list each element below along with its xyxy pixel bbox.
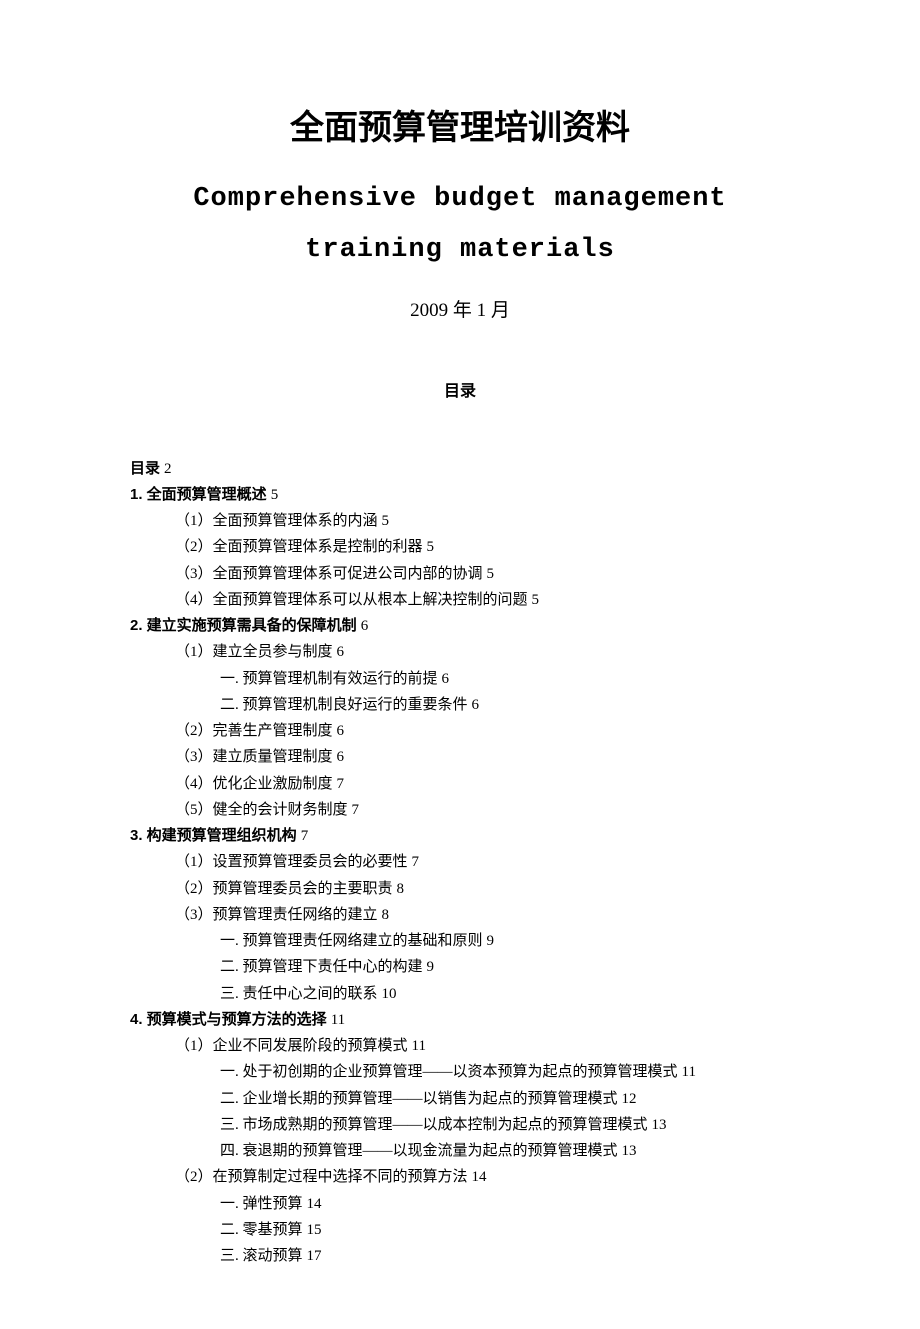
toc-entry: （1）建立全员参与制度6 bbox=[175, 639, 790, 665]
toc-entry: （1）全面预算管理体系的内涵5 bbox=[175, 508, 790, 534]
toc-entry-page: 10 bbox=[382, 986, 397, 1002]
toc-entry-page: 15 bbox=[307, 1222, 322, 1238]
toc-entry-text: （2）完善生产管理制度 bbox=[175, 723, 333, 739]
toc-entry: （2）在预算制定过程中选择不同的预算方法14 bbox=[175, 1164, 790, 1190]
toc-entry: 目录2 bbox=[130, 456, 790, 482]
toc-entry-text: （1）全面预算管理体系的内涵 bbox=[175, 513, 378, 529]
toc-entry: （3）预算管理责任网络的建立8 bbox=[175, 902, 790, 928]
toc-entry-text: （1）设置预算管理委员会的必要性 bbox=[175, 854, 408, 870]
document-title-cn: 全面预算管理培训资料 bbox=[130, 100, 790, 149]
toc-entry: 四. 衰退期的预算管理——以现金流量为起点的预算管理模式13 bbox=[220, 1138, 790, 1164]
toc-entry-text: 4. 预算模式与预算方法的选择 bbox=[130, 1011, 327, 1028]
toc-entry-text: 2. 建立实施预算需具备的保障机制 bbox=[130, 617, 357, 634]
toc-entry-page: 5 bbox=[271, 487, 279, 503]
toc-entry: （1）企业不同发展阶段的预算模式11 bbox=[175, 1033, 790, 1059]
toc-entry-page: 13 bbox=[622, 1143, 637, 1159]
table-of-contents: 目录21. 全面预算管理概述5（1）全面预算管理体系的内涵5（2）全面预算管理体… bbox=[130, 456, 790, 1270]
toc-entry-text: （2）全面预算管理体系是控制的利器 bbox=[175, 539, 423, 555]
toc-entry: （4）优化企业激励制度7 bbox=[175, 771, 790, 797]
toc-entry-text: （2）预算管理委员会的主要职责 bbox=[175, 881, 393, 897]
toc-entry-page: 5 bbox=[427, 539, 435, 555]
toc-entry-text: 二. 预算管理机制良好运行的重要条件 bbox=[220, 697, 468, 713]
toc-entry-text: （5）健全的会计财务制度 bbox=[175, 802, 348, 818]
toc-entry-text: 一. 预算管理责任网络建立的基础和原则 bbox=[220, 933, 483, 949]
toc-entry: 一. 弹性预算14 bbox=[220, 1191, 790, 1217]
toc-entry-page: 5 bbox=[487, 566, 495, 582]
toc-entry-page: 7 bbox=[352, 802, 360, 818]
toc-entry-page: 5 bbox=[382, 513, 390, 529]
toc-entry-text: （3）全面预算管理体系可促进公司内部的协调 bbox=[175, 566, 483, 582]
toc-entry-text: （4）全面预算管理体系可以从根本上解决控制的问题 bbox=[175, 592, 528, 608]
toc-entry-text: 一. 弹性预算 bbox=[220, 1196, 303, 1212]
toc-entry-page: 6 bbox=[472, 697, 480, 713]
toc-entry: （2）完善生产管理制度6 bbox=[175, 718, 790, 744]
toc-entry: 三. 责任中心之间的联系10 bbox=[220, 981, 790, 1007]
toc-entry: 1. 全面预算管理概述5 bbox=[130, 482, 790, 508]
toc-entry-page: 6 bbox=[337, 749, 345, 765]
toc-entry-page: 11 bbox=[682, 1064, 696, 1080]
toc-entry-text: 四. 衰退期的预算管理——以现金流量为起点的预算管理模式 bbox=[220, 1143, 618, 1159]
toc-entry: 二. 零基预算15 bbox=[220, 1217, 790, 1243]
toc-entry-page: 12 bbox=[622, 1091, 637, 1107]
document-date: 2009 年 1 月 bbox=[130, 295, 790, 322]
toc-entry-page: 7 bbox=[412, 854, 420, 870]
toc-entry-page: 8 bbox=[382, 907, 390, 923]
toc-entry: 二. 企业增长期的预算管理——以销售为起点的预算管理模式12 bbox=[220, 1086, 790, 1112]
toc-entry-text: 一. 处于初创期的企业预算管理——以资本预算为起点的预算管理模式 bbox=[220, 1064, 678, 1080]
toc-entry: 一. 预算管理机制有效运行的前提6 bbox=[220, 666, 790, 692]
toc-entry-page: 7 bbox=[301, 828, 309, 844]
toc-entry: 3. 构建预算管理组织机构7 bbox=[130, 823, 790, 849]
toc-entry-page: 2 bbox=[164, 461, 172, 477]
toc-entry: 一. 预算管理责任网络建立的基础和原则9 bbox=[220, 928, 790, 954]
toc-entry-page: 8 bbox=[397, 881, 405, 897]
toc-entry: 三. 市场成熟期的预算管理——以成本控制为起点的预算管理模式13 bbox=[220, 1112, 790, 1138]
toc-entry: （2）预算管理委员会的主要职责8 bbox=[175, 876, 790, 902]
toc-entry-text: （1）企业不同发展阶段的预算模式 bbox=[175, 1038, 408, 1054]
toc-entry-page: 6 bbox=[442, 671, 450, 687]
toc-entry-text: 二. 零基预算 bbox=[220, 1222, 303, 1238]
toc-entry-text: 目录 bbox=[130, 460, 160, 477]
toc-entry: 二. 预算管理下责任中心的构建9 bbox=[220, 954, 790, 980]
toc-entry: 一. 处于初创期的企业预算管理——以资本预算为起点的预算管理模式11 bbox=[220, 1059, 790, 1085]
toc-entry-page: 11 bbox=[412, 1038, 426, 1054]
toc-entry-text: 三. 市场成熟期的预算管理——以成本控制为起点的预算管理模式 bbox=[220, 1117, 648, 1133]
toc-entry-text: （3）预算管理责任网络的建立 bbox=[175, 907, 378, 923]
toc-entry-page: 6 bbox=[337, 644, 345, 660]
toc-entry-text: 3. 构建预算管理组织机构 bbox=[130, 827, 297, 844]
toc-entry-text: 一. 预算管理机制有效运行的前提 bbox=[220, 671, 438, 687]
toc-entry-page: 6 bbox=[361, 618, 369, 634]
toc-entry-page: 7 bbox=[337, 776, 345, 792]
toc-entry: （1）设置预算管理委员会的必要性7 bbox=[175, 849, 790, 875]
toc-entry-text: 三. 责任中心之间的联系 bbox=[220, 986, 378, 1002]
toc-entry-page: 6 bbox=[337, 723, 345, 739]
toc-entry-page: 17 bbox=[307, 1248, 322, 1264]
toc-entry-text: （4）优化企业激励制度 bbox=[175, 776, 333, 792]
toc-entry-text: 三. 滚动预算 bbox=[220, 1248, 303, 1264]
toc-heading: 目录 bbox=[130, 377, 790, 401]
toc-entry: 二. 预算管理机制良好运行的重要条件6 bbox=[220, 692, 790, 718]
toc-entry: 2. 建立实施预算需具备的保障机制6 bbox=[130, 613, 790, 639]
toc-entry-page: 9 bbox=[487, 933, 495, 949]
toc-entry-text: （1）建立全员参与制度 bbox=[175, 644, 333, 660]
toc-entry-text: （2）在预算制定过程中选择不同的预算方法 bbox=[175, 1169, 468, 1185]
toc-entry-page: 11 bbox=[331, 1012, 345, 1028]
toc-entry: （2）全面预算管理体系是控制的利器5 bbox=[175, 534, 790, 560]
toc-entry-page: 13 bbox=[652, 1117, 667, 1133]
toc-entry-text: 二. 预算管理下责任中心的构建 bbox=[220, 959, 423, 975]
toc-entry-page: 9 bbox=[427, 959, 435, 975]
toc-entry-text: 二. 企业增长期的预算管理——以销售为起点的预算管理模式 bbox=[220, 1091, 618, 1107]
toc-entry: （5）健全的会计财务制度7 bbox=[175, 797, 790, 823]
document-title-en: Comprehensive budget management training… bbox=[130, 174, 790, 277]
toc-entry-page: 5 bbox=[532, 592, 540, 608]
toc-entry-text: （3）建立质量管理制度 bbox=[175, 749, 333, 765]
toc-entry: （3）建立质量管理制度6 bbox=[175, 744, 790, 770]
toc-entry: （3）全面预算管理体系可促进公司内部的协调5 bbox=[175, 561, 790, 587]
toc-entry-page: 14 bbox=[472, 1169, 487, 1185]
toc-entry-text: 1. 全面预算管理概述 bbox=[130, 486, 267, 503]
toc-entry-page: 14 bbox=[307, 1196, 322, 1212]
toc-entry: 三. 滚动预算17 bbox=[220, 1243, 790, 1269]
toc-entry: 4. 预算模式与预算方法的选择11 bbox=[130, 1007, 790, 1033]
toc-entry: （4）全面预算管理体系可以从根本上解决控制的问题5 bbox=[175, 587, 790, 613]
